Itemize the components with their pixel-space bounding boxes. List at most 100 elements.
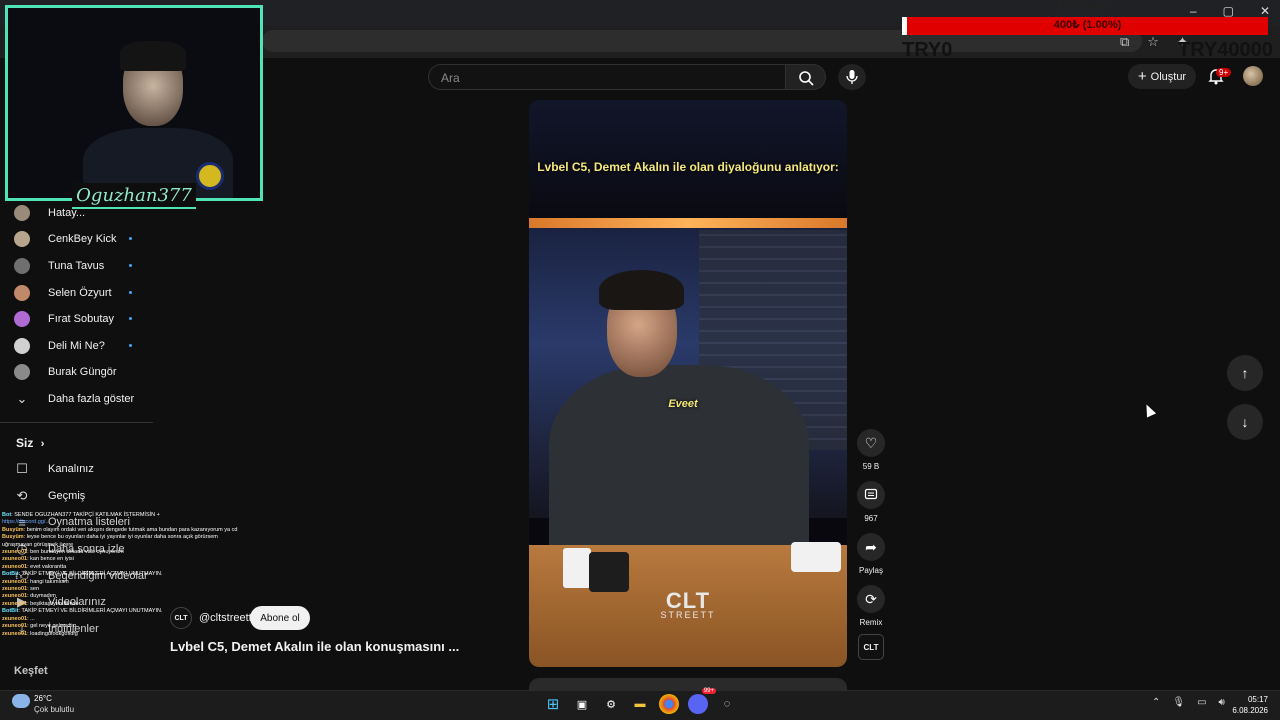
remix-button[interactable]: ⟳ [857,585,885,613]
chat-message: Busyüm: benim olayım ordaki veri akışını… [2,526,238,533]
video-caption-mid: Eveet [668,398,698,410]
video-person-body [549,365,809,565]
sidebar-item-your-channel[interactable]: ☐ Kanalınız [14,457,94,481]
search-input[interactable]: Ara [428,64,786,90]
settings-icon[interactable]: ⚙ [601,694,621,714]
clock[interactable]: 05:17 6.08.2026 [1228,694,1268,716]
sidebar-item-sub-6[interactable]: Burak Güngör [14,360,116,384]
video-scene-ceiling [529,100,847,218]
weather-temperature[interactable]: 26°C [34,694,52,703]
sidebar-item-label: Tuna Tavus [48,260,105,272]
sidebar-item-sub-1[interactable]: CenkBey Kick [14,227,139,251]
minimize-button[interactable]: – [1190,4,1197,18]
sidebar-item-sub-3[interactable]: Selen Özyurt [14,281,139,305]
streamer-name: Oguzhan377 [72,183,196,209]
video-title[interactable]: Lvbel C5, Demet Akalın ile olan konuşmas… [170,639,520,654]
new-content-dot [129,237,132,240]
sidebar-item-sub-2[interactable]: Tuna Tavus [14,254,139,278]
sidebar-item-label: Geçmiş [48,490,86,502]
video-scene-light-strip [529,218,847,228]
sidebar-item-sub-4[interactable]: Fırat Sobutay [14,307,139,331]
sidebar-item-history[interactable]: ⟲ Geçmiş [14,484,86,508]
chrome-icon[interactable] [659,694,679,714]
video-mug-white [563,548,591,588]
clock-time: 05:17 [1247,695,1268,704]
video-mug-black [589,552,629,592]
new-content-dot [129,317,132,320]
chat-message: zeuneo01: duymadım [2,593,56,600]
sidebar-item-label: Deli Mi Ne? [48,340,105,352]
sidebar-show-more[interactable]: ⌄ Daha fazla göster [14,387,135,411]
donation-goal-start: TRY0 [902,39,953,61]
share-button[interactable]: ➦ [857,533,885,561]
arrow-down-icon: ↓ [1241,414,1249,430]
share-label: Paylaş [858,566,883,575]
sidebar-divider [0,422,153,423]
heart-icon: ♡ [864,434,878,451]
section-title-label: Siz [16,436,34,450]
chat-message: BotBit: TAKİP ETMEYİ VE BİLDİRİMLERİ AÇM… [2,571,163,578]
sidebar-item-label: Fırat Sobutay [48,313,115,325]
comments-button[interactable] [857,481,885,509]
account-avatar[interactable] [1243,66,1263,86]
chat-message: Busyüm: leyse bence bu oyunları daha iyi… [2,534,218,541]
voice-search-button[interactable] [838,64,866,90]
chat-message: zeuneo01: loadingdfodkgöfldfg [2,630,78,637]
search-placeholder: Ara [441,71,460,85]
weather-cloud-icon[interactable] [12,694,30,708]
channel-logo[interactable]: CLT [170,607,192,629]
video-cup [791,542,841,572]
team-badge-icon [196,162,224,190]
sound-channel-avatar[interactable]: CLT [858,634,884,660]
like-button[interactable]: ♡ [857,429,885,457]
channel-avatar [14,285,30,301]
maximize-button[interactable]: ▢ [1223,4,1234,18]
next-video-button[interactable]: ↓ [1227,404,1263,440]
channel-avatar [14,364,30,380]
subscribe-button[interactable]: Abone ol [250,606,310,630]
display-icon[interactable]: ▭ [1197,697,1206,708]
chat-message: uğraşmayan görüşmek üzere [2,541,74,548]
bookmark-star-icon[interactable]: ☆ [1147,34,1159,50]
close-button[interactable]: ✕ [1260,4,1270,18]
chevron-down-icon: ⌄ [16,391,28,406]
sidebar-item-sub-5[interactable]: Deli Mi Ne? [14,334,139,358]
show-more-label: Daha fazla göster [48,393,135,405]
volume-icon[interactable]: 🔊︎ [1219,697,1225,708]
create-button[interactable]: + Oluştur [1128,64,1196,89]
chat-message: zeuneo01: gel neye gelmedi o [2,623,77,630]
windows-start-icon[interactable]: ⊞ [543,694,563,714]
app-icon[interactable]: ◌ [717,694,737,714]
clock-date: 6.08.2026 [1232,706,1268,715]
channel-avatar [14,205,30,221]
donation-goal-end: TRY40000 [1178,39,1273,61]
video-caption-top: Lvbel C5, Demet Akalın ile olan diyaloğu… [537,160,839,174]
donation-progress-text: 400₺ (1.00%) [1053,19,1122,31]
tray-overflow-icon[interactable]: ⌃ [1152,697,1160,708]
previous-video-button[interactable]: ↑ [1227,355,1263,391]
arrow-up-icon: ↑ [1241,365,1249,381]
channel-avatar [14,231,30,247]
sidebar-item-explore[interactable]: Keşfet [14,659,48,683]
mouse-cursor [1141,402,1157,418]
chat-message: zeuneo01: kan bence en iyisi [2,556,74,563]
cast-icon[interactable]: ⧉ [1120,34,1129,50]
task-view-icon[interactable]: ▣ [572,694,592,714]
channel-handle[interactable]: @cltstreett [199,612,252,624]
sidebar-section-you[interactable]: Siz › [16,436,44,450]
discord-icon[interactable]: 99+ [688,688,716,714]
system-tray: ⌃ 🎙︎ ▭ 🔊︎ [1152,697,1225,708]
file-explorer-icon[interactable]: ▬ [630,694,650,714]
comment-count: 967 [864,514,878,523]
shorts-video-player[interactable]: Lvbel C5, Demet Akalın ile olan diyaloğu… [529,100,847,667]
new-content-dot [129,291,132,294]
channel-avatar [14,258,30,274]
search-button[interactable] [786,64,826,90]
channel-avatar [14,338,30,354]
search-icon [799,71,814,86]
create-label: Oluştur [1150,70,1187,83]
chat-message: Bot: SENDE OGUZHAN377 TAKİPÇİ KATILMAK İ… [2,512,160,518]
weather-condition[interactable]: Çok bulutlu [34,705,74,714]
chat-message: https://discord.gg/... [2,519,50,526]
microphone-tray-icon[interactable]: 🎙︎ [1172,697,1185,708]
